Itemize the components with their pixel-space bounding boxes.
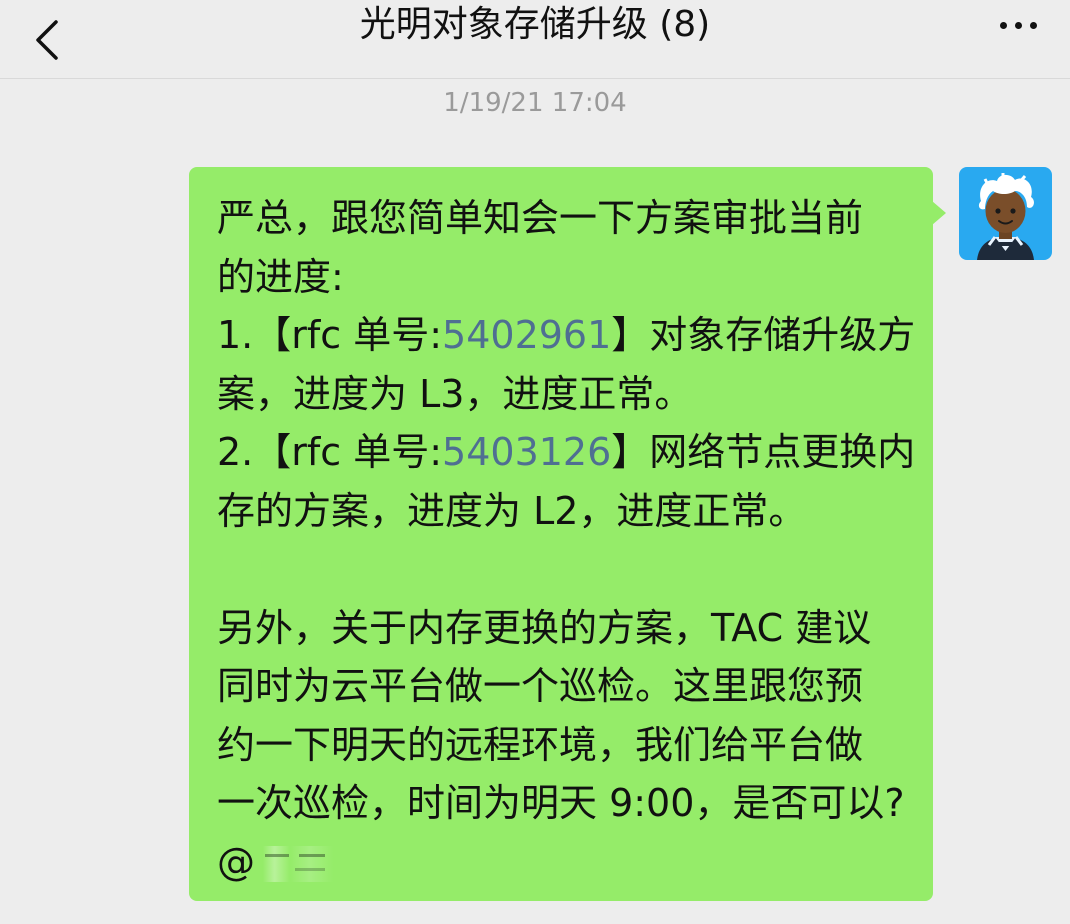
message-line: 约一下明天的远程环境，我们给平台做 [217,722,864,767]
more-icon-dot [1029,21,1037,29]
message-text: 】网络节点更换内 [611,430,916,474]
message-text: 】对象存储升级方 [611,313,916,357]
more-icon-dot [1014,21,1022,29]
message-text: 1.【rfc 单号: [217,313,443,357]
message-bubble[interactable]: 严总，跟您简单知会一下方案审批当前 的进度: 1.【rfc 单号:5402961… [189,167,946,901]
chevron-left-icon [36,19,58,60]
more-icon [999,21,1007,29]
redacted-mention-name [255,846,333,882]
back-button[interactable] [22,0,72,79]
chat-title: 光明对象存储升级 (8) [359,4,711,45]
more-options-button[interactable] [988,0,1048,50]
message-line: 的进度: [217,254,344,299]
message-line: 案，进度为 L3，进度正常。 [217,371,693,416]
message-timestamp: 1/19/21 17:04 [443,88,627,118]
message-text: 2.【rfc 单号: [217,430,443,474]
mention-at[interactable]: @ [217,840,255,884]
message-line: 一次巡检，时间为明天 9:00，是否可以? [217,781,905,825]
message-line [217,540,907,599]
top-bar: 光明对象存储升级 (8) [0,0,1070,79]
message-line: 同时为云平台做一个巡检。这里跟您预 [217,664,864,708]
rfc-number-link[interactable]: 5403126 [442,430,611,474]
message-line: 1.【rfc 单号:5402961】对象存储升级方 [217,306,915,365]
message-line: 严总，跟您简单知会一下方案审批当前 [217,196,864,240]
message-line: 存的方案，进度为 L2，进度正常。 [217,488,807,533]
message-line: 2.【rfc 单号:5403126】网络节点更换内 [217,423,915,482]
avatar[interactable] [959,167,1052,260]
message-line: @ [217,833,907,892]
user-avatar-icon [959,167,1052,260]
rfc-number-link[interactable]: 5402961 [442,313,611,357]
message-line: 另外，关于内存更换的方案，TAC 建议 [217,605,872,650]
